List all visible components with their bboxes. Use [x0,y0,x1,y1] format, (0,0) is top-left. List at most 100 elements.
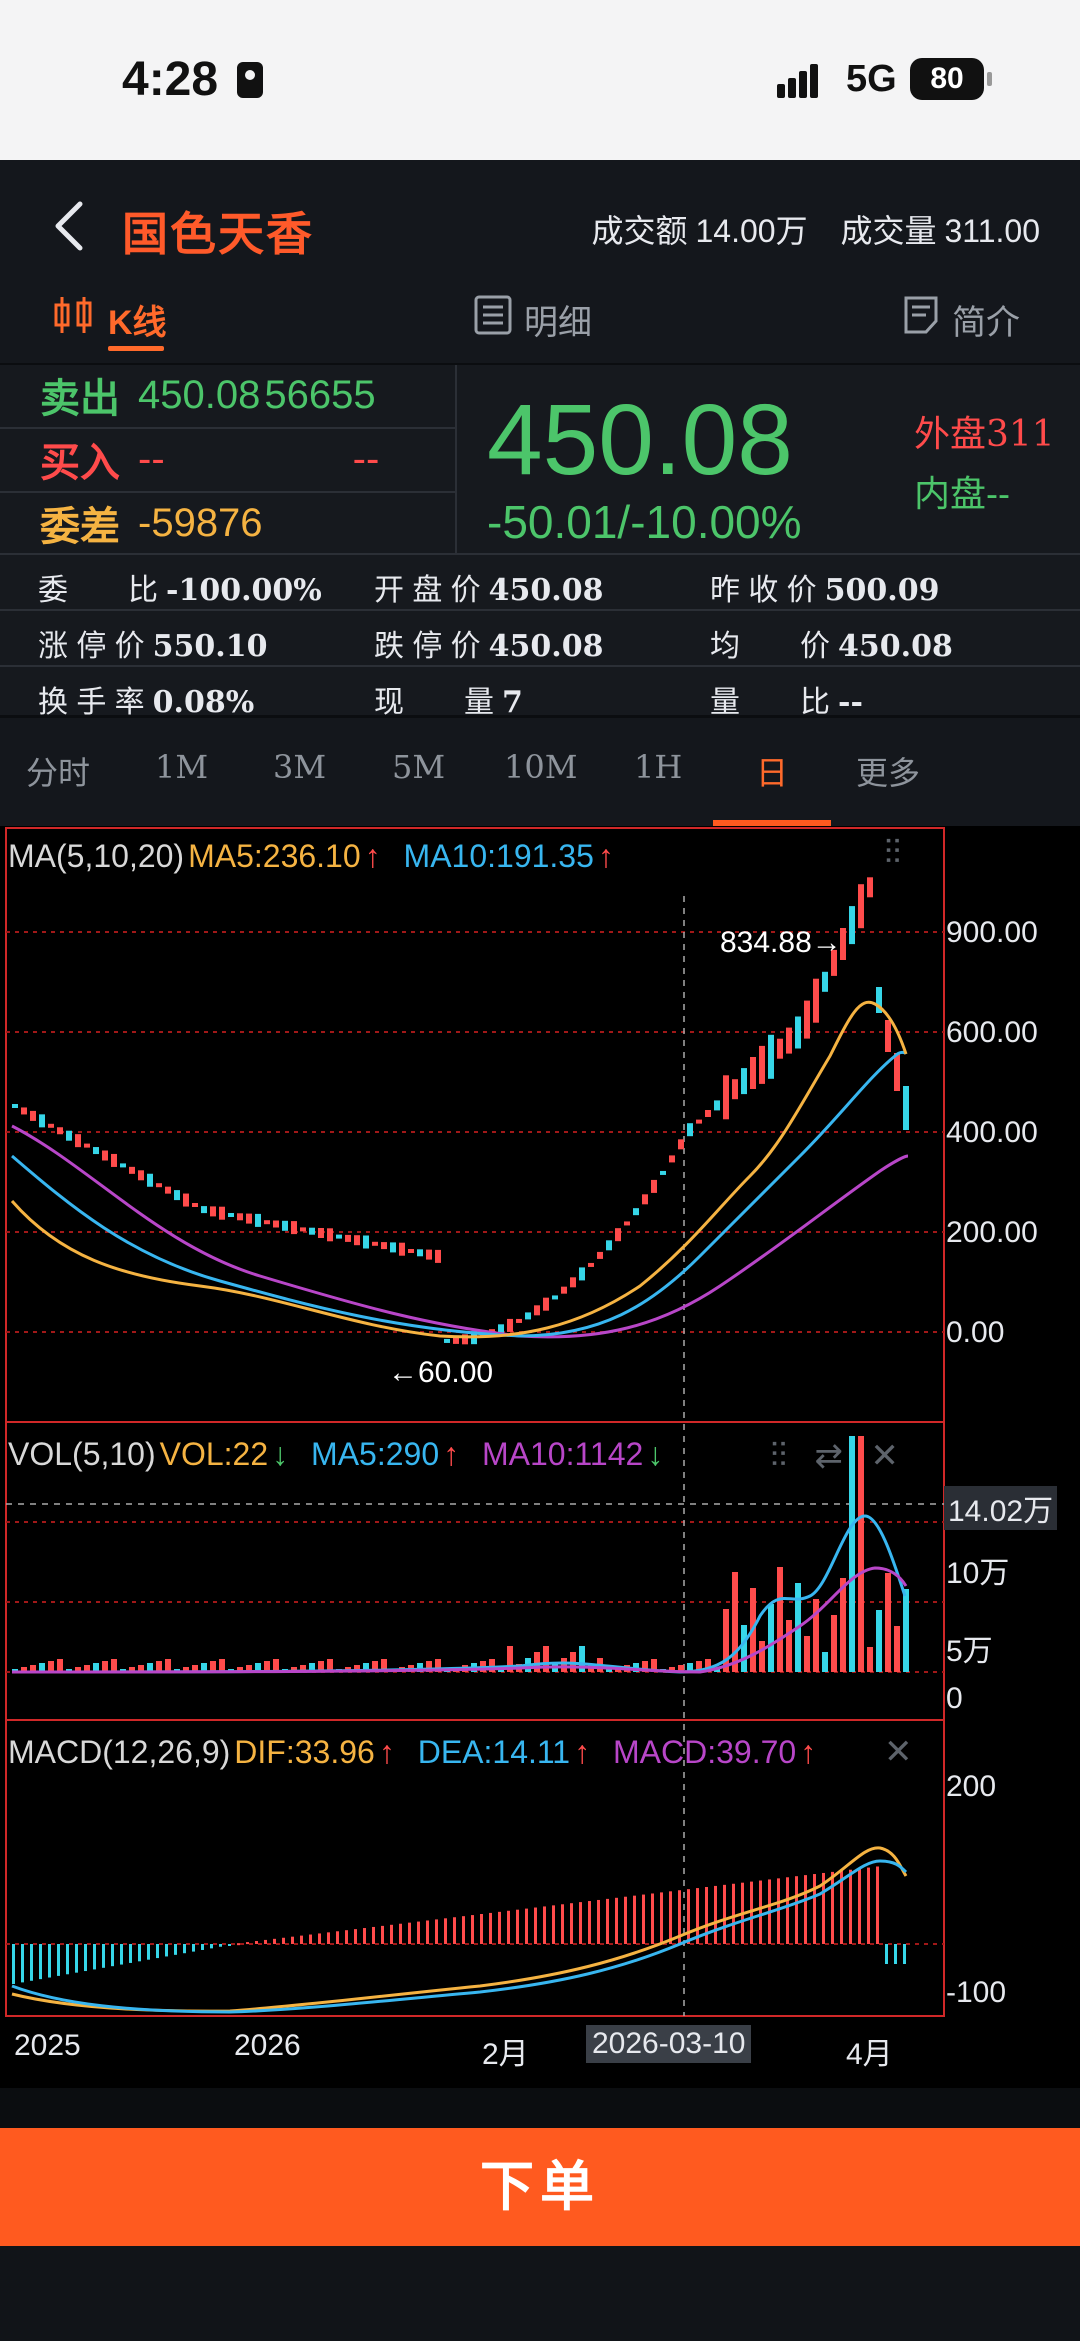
macd-bar [669,1891,672,1944]
settings-sliders-icon[interactable]: ⫶⫶ [770,1437,787,1475]
macd-bar [687,1889,690,1944]
vol-legend-title: VOL(5,10) [8,1436,156,1472]
macd-bar [390,1924,393,1944]
candle [399,1242,405,1256]
macd-bar [543,1906,546,1944]
candle [768,1034,774,1079]
up-arrow: ↑ [574,1734,591,1770]
order-button[interactable]: 下单 [0,2128,1080,2246]
candle [516,1318,522,1323]
period-1h[interactable]: 1H [634,748,682,786]
back-arrow-icon[interactable] [50,200,86,252]
close-icon[interactable]: ✕ [884,1732,913,1772]
candle [282,1220,288,1231]
candle [588,1262,594,1267]
info-value: 0.08% [152,685,255,720]
macd-bar [291,1936,294,1944]
info-value: 7 [502,685,523,720]
candle [336,1234,342,1239]
settings-sliders-icon[interactable]: ⫶⫶ [884,834,901,873]
down-arrow: ↓ [647,1436,664,1472]
period-1m[interactable]: 1M [155,748,208,786]
macd-bar [345,1930,348,1944]
y-tick-price: 200.00 [946,1216,1038,1249]
candle [183,1193,189,1207]
tab-detail-label: 明细 [524,304,592,342]
turnover-label: 成交额 [591,213,688,249]
candle [552,1295,558,1300]
candle [822,971,828,992]
macd-bar [786,1877,789,1944]
volume-bar [219,1659,225,1672]
macd-bar [723,1884,726,1944]
candle [246,1213,252,1224]
sell-row: 卖出 450.08 56655 [0,365,455,425]
volume-bar [759,1641,765,1672]
candle [165,1186,171,1194]
info-cell: 昨 收 价 500.09 [710,565,940,609]
macd-bar [471,1915,474,1944]
up-arrow: ↑ [378,1734,395,1770]
y-tick-vol: 5万 [946,1635,993,1668]
candle [21,1107,27,1115]
candle [372,1241,378,1246]
period-intraday[interactable]: 分时 [26,748,90,794]
macd-bar [21,1944,24,1983]
kline-chart[interactable]: MA(5,10,20) MA5:236.10 ↑ MA10:191.35 ↑ ⫶⫶ V… [0,826,1080,2088]
macd-bar [552,1905,555,1944]
info-label: 换 手 率 [38,686,145,719]
y-tick-macd: -100 [946,1976,1007,2009]
macd-bar [174,1944,177,1955]
x-tick: 2026 [234,2029,301,2062]
macd-bar [255,1941,258,1944]
info-cell: 量 比 -- [710,677,863,721]
volume-bar [102,1661,108,1672]
candle [390,1242,396,1253]
macd-bar [192,1944,195,1952]
candle [327,1228,333,1242]
volume-bar [741,1625,747,1672]
info-value: 550.10 [152,629,268,664]
period-10m[interactable]: 10M [504,748,577,786]
candle [696,1119,702,1124]
candle [705,1110,711,1117]
period-3m[interactable]: 3M [273,748,326,786]
macd-bar [732,1883,735,1944]
tab-detail[interactable]: 明细 [474,295,592,344]
signal-icon [777,62,829,98]
turnover-stats: 成交额 14.00万 成交量 311.00 [567,206,1040,252]
close-icon[interactable]: ✕ [870,1437,899,1475]
macd-bar [831,1871,834,1944]
diff-row: 委差 -59876 [0,493,455,553]
macd-bar [327,1932,330,1944]
macd-bar [273,1938,276,1944]
volume-bar [894,1626,900,1672]
candle [300,1227,306,1232]
ma-legend: MA(5,10,20) MA5:236.10 ↑ MA10:191.35 ↑ [8,838,618,875]
volume-bar [885,1573,891,1672]
tab-profile[interactable]: 简介 [902,295,1020,344]
candle [642,1194,648,1205]
period-more[interactable]: 更多 [856,748,920,794]
candle [273,1220,279,1228]
macd-bar [462,1916,465,1944]
macd-bar [570,1903,573,1944]
period-day[interactable]: 日 [756,748,788,794]
candle [723,1075,729,1120]
ma10-line [11,1050,908,1338]
tab-kline[interactable]: K线 [52,295,167,344]
macd-bar [264,1939,267,1944]
macd-bar [12,1944,15,1984]
candle [381,1242,387,1250]
period-5m[interactable]: 5M [392,748,445,786]
info-row-3: 换 手 率 0.08% 现 量7 量 比 -- [0,667,1080,723]
candle [48,1123,54,1128]
price-change: -50.01/-10.00% [487,496,802,548]
macd-bar [867,1867,870,1944]
period-tabs: 分时 1M 3M 5M 10M 1H 日 更多 [0,718,1080,826]
macd-bar [129,1944,132,1963]
switch-indicator-icon[interactable]: ⇄ [814,1437,843,1475]
macd-bar [651,1893,654,1944]
candle [120,1163,126,1168]
candle [174,1190,180,1201]
